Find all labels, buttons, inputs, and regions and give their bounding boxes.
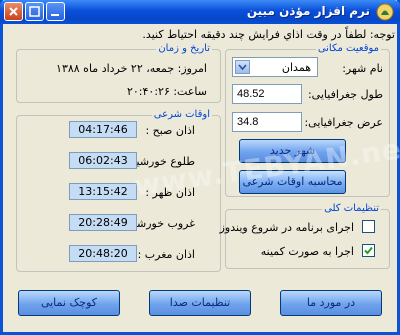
title-bar[interactable]: نرم افزار مؤذن مبین xyxy=(0,0,400,24)
datetime-legend: تاریخ و زمان xyxy=(156,43,212,54)
general-settings-legend: تنظیمات کلی xyxy=(322,203,381,214)
minimized-label: اجرا به صورت کمینه xyxy=(260,245,354,258)
dhuhr-time: 13:15:42 xyxy=(69,183,137,200)
close-icon xyxy=(9,7,18,16)
checkmark-icon xyxy=(364,246,373,255)
new-city-button[interactable]: شهر جدید xyxy=(239,139,346,163)
sunrise-time: 06:02:43 xyxy=(69,152,137,169)
maghrib-label: اذان مغرب : xyxy=(137,248,195,261)
longitude-input[interactable] xyxy=(232,84,302,104)
maximize-icon xyxy=(29,6,40,17)
calc-prayer-times-button[interactable]: محاسبه اوقات شرعی xyxy=(239,170,346,194)
minimize-icon xyxy=(51,14,59,16)
close-button[interactable] xyxy=(4,2,23,21)
notice-text: توجه: لطفاً در وقت اذاي فرايش چند دقيقه … xyxy=(142,28,395,41)
today-date: امروز: جمعه، ۲۲ خرداد ماه ۱۳۸۸ xyxy=(56,62,207,75)
current-time: ساعت: ۲۰:۴۰:۲۶ xyxy=(126,85,207,98)
dropdown-button[interactable] xyxy=(235,60,250,74)
city-value: همدان xyxy=(281,61,311,74)
maghrib-time: 20:48:20 xyxy=(69,245,137,262)
sunset-time: 20:28:49 xyxy=(69,214,137,231)
chevron-down-icon xyxy=(238,64,247,71)
sound-settings-button[interactable]: تنظیمات صدا xyxy=(149,290,251,316)
fajr-time: 04:17:46 xyxy=(69,121,137,138)
city-select[interactable]: همدان xyxy=(232,57,318,77)
minimized-checkbox[interactable] xyxy=(362,244,375,257)
fajr-label: اذان صبح : xyxy=(145,124,195,137)
minimize-button[interactable] xyxy=(46,2,65,21)
compact-view-button[interactable]: کوچک نمایی xyxy=(18,290,120,316)
dhuhr-label: اذان ظهر : xyxy=(145,186,195,199)
startup-checkbox[interactable] xyxy=(362,220,375,233)
city-label: نام شهر: xyxy=(342,62,383,75)
location-legend: موقعیت مکانی xyxy=(315,43,381,54)
about-button[interactable]: در مورد ما xyxy=(280,290,382,316)
latitude-input[interactable] xyxy=(232,112,302,132)
startup-label: اجرای برنامه در شروع ویندوز xyxy=(219,221,354,234)
maximize-button[interactable] xyxy=(25,2,44,21)
window-title: نرم افزار مؤذن مبین xyxy=(246,4,370,18)
app-window: نرم افزار مؤذن مبین توجه: لطفاً در وقت ا… xyxy=(0,0,400,335)
latitude-label: عرض جغرافیایی: xyxy=(304,116,383,129)
mosque-icon xyxy=(376,3,394,21)
general-settings-group: تنظیمات کلی xyxy=(225,203,390,269)
longitude-label: طول جغرافیایی: xyxy=(307,88,383,101)
prayer-times-legend: اوقات شرعی xyxy=(151,109,212,120)
